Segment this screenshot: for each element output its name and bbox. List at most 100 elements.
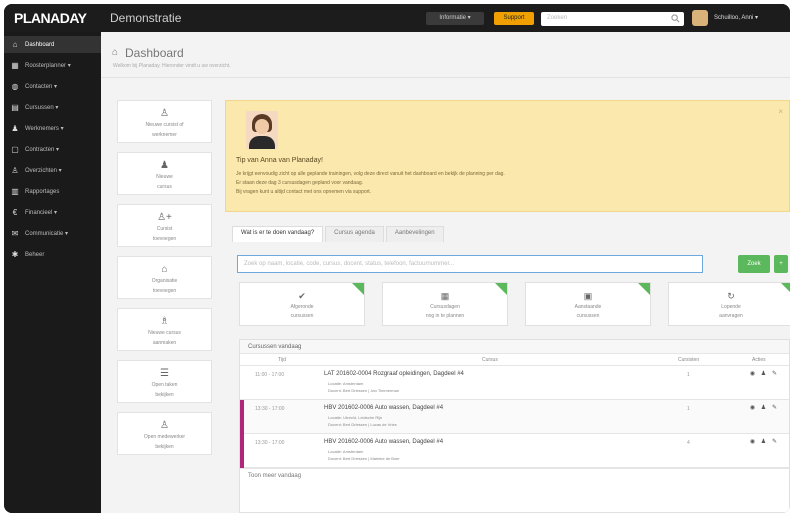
- search-icon[interactable]: [671, 14, 680, 23]
- calendar-icon: ▦: [440, 291, 450, 301]
- quick-action-label: bekijken: [155, 392, 174, 398]
- course-title[interactable]: LAT 201602-0004 Rozgraaf opleidingen, Da…: [324, 371, 464, 377]
- stat-tile[interactable]: ▣ Aanstaande cursussen: [525, 282, 651, 326]
- view-icon[interactable]: ◉: [748, 404, 757, 413]
- refresh-icon: ↻: [727, 291, 735, 301]
- stat-label: Cursusdagen: [430, 304, 460, 310]
- quick-action-label: aanmaken: [152, 340, 177, 346]
- sidebar-item-group[interactable]: ♙ Overzichten ▾: [4, 162, 101, 179]
- sidebar-item-building[interactable]: ▤ Cursussen ▾: [4, 99, 101, 116]
- sidebar-item-settings[interactable]: ✱ Beheer: [4, 246, 101, 263]
- close-icon[interactable]: ×: [778, 107, 783, 116]
- page-header: ⌂ Dashboard Welkom bij Planaday. Hierond…: [101, 32, 790, 78]
- info-dropdown-button[interactable]: Informatie ▾: [426, 12, 484, 25]
- sidebar-item-chart[interactable]: ▥ Rapportages: [4, 183, 101, 200]
- sidebar-item-users[interactable]: ◍ Contacten ▾: [4, 78, 101, 95]
- stat-tile[interactable]: ↻ Lopende aanvragen: [668, 282, 790, 326]
- person-icon: ♟: [160, 160, 169, 171]
- quick-action-label: Open medewerker: [143, 434, 186, 440]
- user-icon: ♙: [160, 420, 169, 431]
- edit-icon[interactable]: ✎: [770, 404, 779, 413]
- tab-today[interactable]: Wat is er te doen vandaag?: [232, 226, 324, 242]
- sidebar-item-euro[interactable]: € Financieel ▾: [4, 204, 101, 221]
- course-title[interactable]: HBV 201602-0006 Auto wassen, Dagdeel #4: [324, 439, 443, 445]
- filter-placeholder: Zoek op naam, locatie, code, cursus, doc…: [244, 261, 455, 267]
- edit-icon[interactable]: ✎: [770, 438, 779, 447]
- view-icon[interactable]: ◉: [748, 370, 757, 379]
- dashboard-tabs: Wat is er te doen vandaag? Cursus agenda…: [232, 226, 446, 242]
- show-more-link[interactable]: Toon meer vandaag: [240, 468, 789, 482]
- sidebar-item-calendar[interactable]: ▦ Roosterplanner ▾: [4, 57, 101, 74]
- user-menu[interactable]: Schuilloo, Anni ▾: [714, 14, 758, 21]
- users-icon[interactable]: ♟: [759, 404, 768, 413]
- quick-action-button[interactable]: ♙ Nieuwe cursist of werknemer: [117, 100, 212, 143]
- stat-label: aanvragen: [719, 313, 743, 319]
- dashboard-icon: ⌂: [112, 47, 119, 58]
- quick-action-button[interactable]: ♗ Nieuwe cursus aanmaken: [117, 308, 212, 351]
- quick-action-button[interactable]: ♟ Nieuwe cursus: [117, 152, 212, 195]
- quick-action-label: toevoegen: [152, 236, 177, 242]
- table-row[interactable]: 13:30 - 17:00 HBV 201602-0006 Auto wassen…: [240, 434, 789, 468]
- sidebar-item-label: Beheer: [25, 251, 45, 258]
- view-icon[interactable]: ◉: [748, 438, 757, 447]
- list-icon: ☰: [160, 368, 169, 379]
- participant-count: 1: [687, 372, 690, 378]
- quick-action-label: Cursist: [156, 226, 173, 232]
- course-teacher: Docent: Bert Driessen | Marieke de Boer: [328, 456, 400, 461]
- add-button[interactable]: +: [774, 255, 788, 273]
- page-title: Dashboard: [125, 46, 184, 60]
- row-actions: ◉ ♟ ✎: [748, 370, 779, 379]
- column-course[interactable]: Cursus: [482, 357, 498, 363]
- sidebar-item-dashboard[interactable]: ⌂ Dashboard: [4, 36, 101, 53]
- stat-label: cursussen: [576, 313, 600, 319]
- sidebar-item-label: Contacten ▾: [25, 84, 58, 90]
- app-window: PLANADAY Demonstratie Informatie ▾ Suppo…: [4, 4, 790, 513]
- sidebar-item-docs[interactable]: ▢ Contracten ▾: [4, 141, 101, 158]
- support-button[interactable]: Support: [494, 12, 534, 25]
- panel-title: Cursussen vandaag: [240, 340, 789, 354]
- course-title[interactable]: HBV 201602-0006 Auto wassen, Dagdeel #4: [324, 405, 443, 411]
- sidebar-item-label: Werknemers ▾: [25, 126, 64, 132]
- users-icon[interactable]: ♟: [759, 370, 768, 379]
- quick-action-button[interactable]: ♙ Open medewerker bekijken: [117, 412, 212, 455]
- participant-count: 1: [687, 406, 690, 412]
- app-logo[interactable]: PLANADAY: [14, 10, 87, 26]
- search-button[interactable]: Zoek: [738, 255, 770, 273]
- status-marker: [240, 434, 244, 468]
- page-subtitle: Welkom bij Planaday. Hieronder vindt u u…: [113, 63, 231, 69]
- quick-action-button[interactable]: ♙+ Cursist toevoegen: [117, 204, 212, 247]
- course-location: Locatie: Amsterdam: [328, 381, 364, 386]
- user-plus-icon: ♙+: [157, 212, 172, 223]
- tab-course-agenda[interactable]: Cursus agenda: [325, 226, 384, 242]
- global-search-input[interactable]: Zoeken: [541, 12, 684, 26]
- person-icon: ♟: [11, 124, 19, 133]
- badge-corner: [352, 283, 364, 295]
- message-icon: ✉: [11, 229, 19, 238]
- euro-icon: €: [12, 208, 18, 217]
- users-icon[interactable]: ♟: [759, 438, 768, 447]
- sidebar-item-person[interactable]: ♟ Werknemers ▾: [4, 120, 101, 137]
- column-time[interactable]: Tijd: [278, 357, 286, 363]
- stat-tile[interactable]: ▦ Cursusdagen nog in te plannen: [382, 282, 508, 326]
- sidebar-item-label: Rapportages: [25, 188, 60, 195]
- building-icon: ▤: [11, 103, 19, 112]
- quick-action-button[interactable]: ⌂ Organisatie toevoegen: [117, 256, 212, 299]
- stat-tile[interactable]: ✔ Afgeronde cursussen: [239, 282, 365, 326]
- tab-recommendations[interactable]: Aanbevelingen: [385, 226, 444, 242]
- sidebar-item-label: Contracten ▾: [25, 147, 60, 153]
- column-count[interactable]: Cursisten: [678, 357, 699, 363]
- user-avatar[interactable]: [692, 10, 708, 26]
- search-placeholder: Zoeken: [547, 15, 568, 21]
- tip-title: Tip van Anna van Planaday!: [236, 157, 323, 164]
- sidebar-item-message[interactable]: ✉ Communicatie ▾: [4, 225, 101, 242]
- table-row[interactable]: 11:00 - 17:00 LAT 201602-0004 Rozgraaf op…: [240, 366, 789, 400]
- course-teacher: Docent: Bert Driessen | Jan Timmerman: [328, 388, 400, 393]
- sidebar: ⌂ Dashboard ▦ Roosterplanner ▾ ◍ Contacten ▾ ▤…: [4, 32, 101, 513]
- table-row[interactable]: 13:30 - 17:00 HBV 201602-0006 Auto wassen…: [240, 400, 789, 434]
- edit-icon[interactable]: ✎: [770, 370, 779, 379]
- sidebar-item-label: Roosterplanner ▾: [25, 63, 71, 69]
- stat-label: nog in te plannen: [425, 313, 465, 319]
- filter-input[interactable]: Zoek op naam, locatie, code, cursus, doc…: [237, 255, 703, 273]
- today-courses-panel: Cursussen vandaag Tijd Cursus Cursisten …: [239, 339, 790, 513]
- quick-action-button[interactable]: ☰ Open taken bekijken: [117, 360, 212, 403]
